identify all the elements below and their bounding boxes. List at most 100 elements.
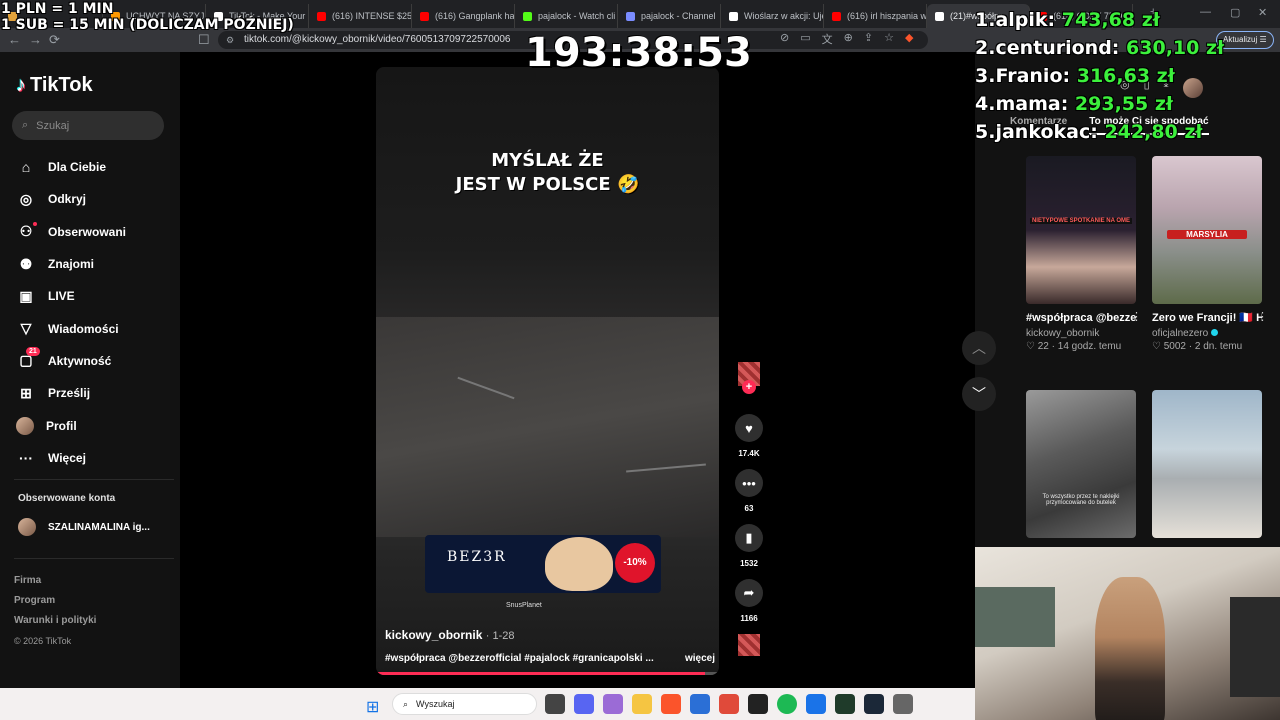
recommended-card[interactable]: MARSYLIA Zero we Francji! 🇫🇷 Hubert Kłod… [1152,156,1268,352]
save-count: 1532 [740,559,758,568]
recommended-card[interactable] [1152,390,1262,538]
card-time: 2 dn. temu [1194,341,1243,352]
ad-cartoon-face [545,537,613,591]
heart-outline-icon: ♡ [1152,341,1161,352]
card-time: 14 godz. temu [1057,341,1122,352]
card-likes: 5002 [1163,341,1186,352]
recommended-panel: NIETYPOWE SPOTKANIE NA OME #współpraca @… [1010,140,1280,550]
bookmark-icon[interactable]: ☐ [198,32,210,48]
cast-icon[interactable]: ▭ [800,31,810,47]
tab-label: (616) irl hiszpania w [847,11,927,21]
steam-icon[interactable] [864,694,884,714]
sidebar-item-dla-ciebie[interactable]: ⌂ Dla Ciebie [16,151,126,183]
mute-icon[interactable]: ⊘ [780,31,789,47]
donor-name: Franio: [995,65,1071,87]
donor-rank: 5. [975,121,996,143]
more-options-icon[interactable]: ⋮ [1131,310,1142,323]
close-window-icon[interactable]: ✕ [1258,6,1267,19]
windows-start-icon[interactable]: ⊞ [366,697,379,717]
share-button[interactable]: ➦ [735,579,763,607]
comment-button[interactable]: ••• [735,469,763,497]
site-info-icon[interactable]: ⚙ [226,31,234,49]
video-road-scene [376,317,719,537]
save-button[interactable]: ▮ [735,524,763,552]
card-title: #współpraca @bezzerofficial... [1026,312,1136,324]
forward-icon[interactable]: → [29,32,42,47]
donor-rank: 2. [975,37,996,59]
browser-tab[interactable]: pajalock - Watch cli [515,4,618,28]
sidebar-item-aktywno-[interactable]: ▢ 21 Aktywność [16,345,126,377]
video-date: 1-28 [492,630,515,642]
spotify-icon[interactable] [777,694,797,714]
sidebar-item-wi-cej[interactable]: ··· Więcej [16,442,126,474]
video-author[interactable]: kickowy_obornik · 1-28 [385,628,514,642]
sidebar-item-live[interactable]: ▣ LIVE [16,280,126,312]
calculator-icon[interactable] [893,694,913,714]
browser-tab[interactable]: Wioślarz w akcji: Uje [721,4,824,28]
discord-icon[interactable] [574,694,594,714]
video-progress-bar[interactable] [376,672,719,675]
footer-link-program[interactable]: Program [14,591,96,611]
video-hashtags[interactable]: #współpraca @bezzerofficial #pajalock #g… [385,653,654,664]
more-options-icon[interactable]: ⋮ [1257,310,1268,323]
brave-icon[interactable] [661,694,681,714]
task-view-icon[interactable] [545,694,565,714]
copyright: © 2026 TikTok [14,636,72,646]
share-icon[interactable]: ⇪ [864,31,873,47]
next-video-button[interactable]: ﹀ [962,377,996,411]
translate-icon[interactable]: 文 [822,31,833,47]
maximize-icon[interactable]: ▢ [1230,6,1240,19]
store-icon[interactable] [690,694,710,714]
back-icon[interactable]: ← [8,32,21,47]
sidebar-item-znajomi[interactable]: ⚉ Znajomi [16,248,126,280]
more-button[interactable]: więcej [685,653,715,664]
more-icon: ··· [19,449,33,466]
recommended-card[interactable]: To wszystko przez te naklejki przymocowa… [1026,390,1136,538]
zoom-icon[interactable]: ⊕ [844,31,853,47]
browser-tab[interactable]: (616) INTENSE $25 [309,4,412,28]
notepad-icon[interactable] [806,694,826,714]
card-likes: 22 [1037,341,1049,352]
following-icon: ⚇ [19,223,33,240]
search-input[interactable]: ⌕ Szukaj [12,111,164,140]
like-button[interactable]: ♥ [735,414,763,442]
sidebar-item-profil[interactable]: Profil [16,409,126,441]
donor-name: alpik: [995,9,1056,31]
sidebar-item-label: Wiadomości [48,321,119,336]
card-thumbnail [1152,390,1262,538]
brave-shield-icon[interactable]: ◆ [905,31,913,47]
card-author-name: oficjalnezero [1152,328,1209,339]
file-explorer-icon[interactable] [632,694,652,714]
video-author-name: kickowy_obornik [385,628,483,642]
follow-plus-icon[interactable]: + [742,380,756,394]
donor-amount: 242,80 zł [1104,121,1203,143]
video-player[interactable]: MYŚLAŁ ŻE JEST W POLSCE 🤣 BEZ3R -10% Snu… [376,67,719,675]
sidebar-item-obserwowani[interactable]: ⚇ Obserwowani [16,216,126,248]
tiktok-logo[interactable]: ♪ TikTok [16,74,93,97]
star-icon[interactable]: ☆ [884,31,894,47]
update-button[interactable]: Aktualizuj ☰ [1216,31,1274,49]
followed-account-item[interactable]: SZALINAMALINA ig... [18,518,150,536]
recommended-card[interactable]: NIETYPOWE SPOTKANIE NA OME #współpraca @… [1026,156,1142,352]
obs-icon[interactable] [748,694,768,714]
taskbar-apps [545,694,913,714]
footer-link-terms[interactable]: Warunki i polityki [14,611,96,631]
browser-tab[interactable]: (616) Gangplank ha [412,4,515,28]
card-thumb-text: To wszystko przez te naklejki przymocowa… [1042,494,1120,506]
reload-icon[interactable]: ⟳ [49,32,60,48]
browser-tab[interactable]: (616) irl hiszpania w [824,4,927,28]
previous-video-button[interactable]: ︿ [962,331,996,365]
sidebar-item-prze-lij[interactable]: ⊞ Prześlij [16,377,126,409]
brave-alt-icon[interactable] [719,694,739,714]
sidebar-item-wiadomo-ci[interactable]: ▽ Wiadomości [16,312,126,344]
bookmark-icon: ▮ [745,530,753,545]
microphone-arm [1230,597,1280,697]
league-icon[interactable] [835,694,855,714]
copilot-icon[interactable] [603,694,623,714]
taskbar-search[interactable]: ⌕ Wyszukaj [392,693,537,715]
sidebar-item-odkryj[interactable]: ◎ Odkryj [16,183,126,215]
footer-link-company[interactable]: Firma [14,571,96,591]
tab-favicon-icon [523,11,532,21]
browser-tab[interactable]: pajalock - Channel [618,4,721,28]
music-disc-icon[interactable] [738,634,760,656]
